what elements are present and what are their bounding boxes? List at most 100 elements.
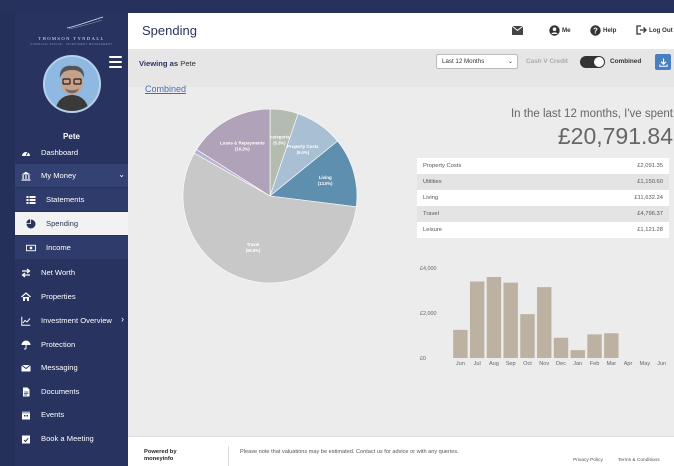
download-button[interactable] [655, 54, 671, 70]
period-select[interactable]: Last 12 Months ⌄ [436, 54, 518, 69]
help-button[interactable]: ? Help [590, 25, 616, 36]
sidebar-item-income[interactable]: Income [15, 236, 128, 259]
table-row: Leisure £1,121.28 [417, 222, 669, 238]
spending-pie-chart: Uncategorised(5.3%)Property Costs(9.0%)L… [182, 108, 358, 284]
me-button[interactable]: Me [549, 25, 571, 36]
bar[interactable] [520, 314, 535, 358]
transfer-icon [21, 268, 31, 278]
pie-slice-label: Travel [247, 242, 260, 247]
sidebar-item-label: Protection [41, 340, 76, 349]
sidebar-item-book-meeting[interactable]: Book a Meeting [15, 427, 128, 450]
category-name: Leisure [423, 227, 443, 233]
sidebar-item-dashboard[interactable]: Dashboard [15, 141, 128, 164]
sidebar-item-statements[interactable]: Statements [15, 188, 128, 211]
powered-by-label: Powered by [144, 449, 177, 455]
bar[interactable] [453, 329, 468, 358]
y-tick-label: £4,000 [420, 266, 437, 272]
menu-toggle-icon[interactable] [109, 56, 122, 68]
logout-button[interactable]: Log Out [636, 25, 673, 35]
x-tick-label: Jun [456, 361, 465, 366]
user-circle-icon [549, 25, 560, 36]
chart-line-icon [21, 316, 31, 326]
calendar-check-icon [21, 434, 31, 444]
sidebar-item-label: My Money [41, 171, 77, 180]
sidebar-item-messaging[interactable]: Messaging [15, 356, 128, 379]
y-tick-label: £0 [420, 356, 426, 362]
category-name: Utilities [423, 179, 442, 185]
y-tick-label: £2,000 [420, 311, 437, 317]
pie-slice-percent: (9.0%) [297, 150, 310, 155]
sidebar-item-label: Spending [46, 219, 79, 228]
privacy-policy-link[interactable]: Privacy Policy [573, 458, 603, 463]
pie-slice-percent: (16.2%) [235, 147, 250, 152]
category-name: Travel [423, 211, 439, 217]
messages-button[interactable] [512, 26, 525, 35]
bar[interactable] [537, 287, 552, 358]
sidebar-item-label: Messaging [41, 363, 78, 372]
bar[interactable] [553, 337, 569, 358]
bar[interactable] [486, 277, 502, 358]
avatar[interactable] [43, 55, 101, 113]
sidebar-item-properties[interactable]: Properties [15, 285, 128, 308]
sidebar-item-label: Net Worth [41, 268, 76, 277]
sidebar-item-label: Investment Overview [41, 316, 112, 325]
sidebar-item-spending[interactable]: Spending [15, 212, 128, 235]
x-tick-label: Apr [624, 361, 633, 366]
brand-tagline: FINANCIAL ADVICE · INVESTMENT MANAGEMENT [30, 43, 113, 46]
category-amount: £1,150.60 [637, 179, 663, 185]
table-row: Property Costs £2,091.35 [417, 158, 669, 174]
bar[interactable] [587, 334, 602, 358]
page-header: Spending Me ? Help Log Out [128, 13, 674, 49]
x-tick-label: Mar [606, 361, 616, 366]
sidebar: THOMSON TYNDALL FINANCIAL ADVICE · INVES… [15, 13, 128, 466]
page-title: Spending [142, 23, 197, 38]
user-name: Pete [63, 132, 80, 141]
sidebar-item-label: Book a Meeting [41, 434, 94, 443]
combined-label: Combined [610, 58, 642, 65]
category-amount: £2,091.35 [637, 163, 663, 169]
sidebar-item-events[interactable]: Events [15, 403, 128, 426]
cash-v-credit-label: Cash V Credit [526, 58, 568, 65]
category-name: Property Costs [423, 163, 462, 169]
x-tick-label: May [640, 361, 651, 366]
footer-divider [228, 446, 229, 466]
terms-link[interactable]: Terms & Conditions [618, 458, 660, 463]
combined-toggle[interactable] [580, 56, 605, 68]
bar[interactable] [503, 282, 518, 358]
list-icon [26, 195, 36, 205]
svg-text:?: ? [593, 26, 598, 35]
sidebar-item-protection[interactable]: Protection [15, 333, 128, 356]
sidebar-item-net-worth[interactable]: Net Worth [15, 261, 128, 284]
main-content: Spending Me ? Help Log Out Viewing as Pe… [128, 13, 674, 466]
powered-by: Powered by moneyinfo [144, 449, 214, 463]
x-tick-label: Feb [590, 361, 600, 366]
bar[interactable] [570, 350, 585, 358]
table-row: Utilities £1,150.60 [417, 174, 669, 190]
brand-logo[interactable]: THOMSON TYNDALL FINANCIAL ADVICE · INVES… [15, 13, 128, 53]
brand-swoosh-icon [66, 16, 104, 30]
logout-icon [636, 25, 647, 35]
category-amount: £4,796.37 [637, 211, 663, 217]
viewing-as: Viewing as Pete [139, 59, 196, 68]
help-label: Help [603, 27, 617, 34]
x-tick-label: Sep [506, 361, 516, 366]
footer: Powered by moneyinfo Please note that va… [128, 436, 674, 466]
help-icon: ? [590, 25, 601, 36]
table-row: Travel £4,796.37 [417, 206, 669, 222]
period-value: Last 12 Months [442, 58, 485, 65]
x-tick-label: Jan [573, 361, 582, 366]
cash-icon [26, 243, 36, 253]
sidebar-item-label: Statements [46, 195, 85, 204]
bar[interactable] [469, 281, 485, 359]
sidebar-item-my-money[interactable]: My Money ⌄ [15, 164, 128, 187]
combined-link[interactable]: Combined [145, 84, 186, 94]
x-tick-label: Aug [489, 361, 499, 366]
sidebar-item-documents[interactable]: Documents [15, 380, 128, 403]
bank-icon [21, 171, 31, 181]
x-tick-label: Oct [523, 361, 532, 366]
sidebar-item-investment-overview[interactable]: Investment Overview › [15, 309, 128, 332]
viewing-name: Pete [180, 59, 196, 68]
powered-by-name: moneyinfo [144, 456, 174, 462]
bar[interactable] [604, 333, 619, 358]
table-row: Living £11,632.24 [417, 190, 669, 206]
